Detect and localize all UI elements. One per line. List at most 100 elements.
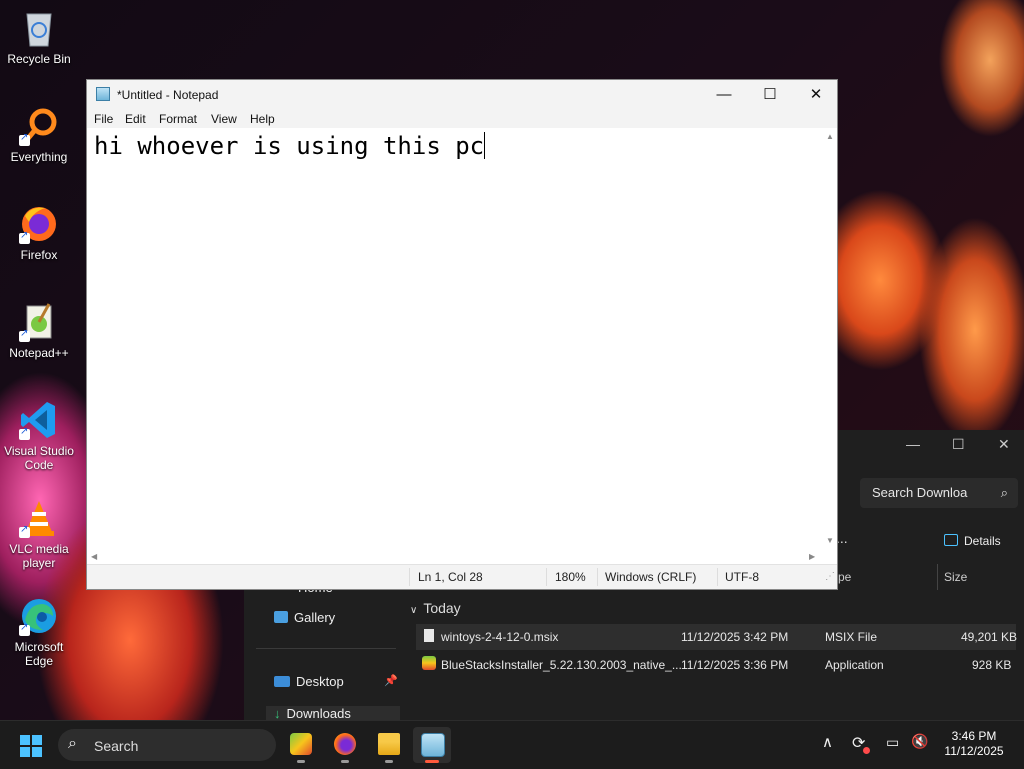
file-name: BlueStacksInstaller_5.22.130.2003_native…	[441, 658, 682, 672]
sidebar-item-gallery[interactable]: Gallery	[274, 610, 335, 625]
text-editor[interactable]: hi whoever is using this pc	[87, 128, 837, 566]
desktop-icon-firefox[interactable]: Firefox	[0, 204, 78, 262]
taskbar-app-firefox[interactable]	[326, 727, 364, 763]
desktop-icon-vscode[interactable]: Visual Studio Code	[0, 400, 78, 472]
explorer-close-button[interactable]: ✕	[998, 436, 1010, 453]
desktop-icon-label: VLC media player	[9, 542, 69, 570]
column-header-type[interactable]: pe	[838, 570, 851, 584]
resize-grip-icon[interactable]: ⋰	[825, 571, 835, 582]
minimize-button[interactable]: —	[701, 80, 747, 110]
group-header-today[interactable]: ∨ Today	[410, 600, 461, 616]
notepad-window[interactable]: *Untitled - Notepad — ☐ ✕ File Edit Form…	[86, 79, 838, 590]
close-button[interactable]: ✕	[793, 80, 839, 110]
file-row[interactable]: wintoys-2-4-12-0.msix 11/12/2025 3:42 PM…	[416, 624, 1018, 650]
edge-icon	[19, 596, 59, 636]
scroll-right-icon[interactable]: ▶	[809, 552, 815, 561]
firefox-icon	[19, 204, 59, 244]
sidebar-item-label: Gallery	[294, 610, 336, 625]
sidebar-item-label: Desktop	[296, 674, 344, 689]
scroll-left-icon[interactable]: ◀	[91, 552, 97, 561]
start-button[interactable]	[20, 735, 42, 757]
status-divider	[409, 568, 410, 586]
desktop-icon-vlc[interactable]: VLC media player	[0, 498, 78, 570]
scroll-down-icon[interactable]: ▼	[826, 536, 834, 545]
desktop-icon-recycle-bin[interactable]: Recycle Bin	[0, 8, 78, 66]
volume-muted-icon[interactable]: 🔇	[911, 733, 928, 750]
desktop-icon-everything[interactable]: Everything	[0, 106, 78, 164]
file-type: MSIX File	[825, 630, 878, 644]
file-name: wintoys-2-4-12-0.msix	[441, 630, 559, 644]
maximize-button[interactable]: ☐	[747, 80, 793, 110]
desktop-icon-label: Firefox	[20, 248, 58, 262]
file-row[interactable]: BlueStacksInstaller_5.22.130.2003_native…	[416, 652, 1016, 678]
editor-content: hi whoever is using this pc	[94, 132, 485, 160]
windows-logo-icon	[32, 735, 42, 745]
taskbar: ⌕ Search ∧ ⟳ ▭ 🔇 3:46 PM 11/12/2025	[0, 720, 1024, 769]
shortcut-arrow-icon	[19, 622, 30, 636]
desktop-icon-label: Visual Studio Code	[4, 444, 74, 472]
taskbar-search-label: Search	[94, 738, 139, 754]
file-type: Application	[825, 658, 884, 672]
shortcut-arrow-icon	[19, 132, 30, 146]
scroll-up-icon[interactable]: ▲	[826, 132, 834, 141]
bluestacks-icon	[422, 656, 436, 670]
network-icon[interactable]: ▭	[886, 734, 899, 751]
taskbar-app-bluestacks[interactable]	[282, 727, 320, 763]
horizontal-scrollbar[interactable]: ◀ ▶	[87, 550, 823, 564]
details-button[interactable]: Details	[944, 534, 1001, 548]
file-size: 928 KB	[972, 658, 1012, 672]
gallery-icon	[274, 611, 288, 623]
windows-logo-icon	[20, 735, 30, 745]
firefox-icon	[334, 733, 356, 755]
running-indicator	[385, 760, 393, 763]
running-indicator	[341, 760, 349, 763]
explorer-minimize-button[interactable]: —	[906, 436, 920, 452]
search-icon: ⌕	[1000, 485, 1008, 500]
shortcut-arrow-icon	[19, 230, 30, 244]
taskbar-search-box[interactable]: ⌕ Search	[58, 729, 276, 761]
menu-view[interactable]: View	[211, 112, 237, 126]
file-size: 49,201 KB	[961, 630, 1018, 644]
column-divider	[937, 564, 938, 590]
menu-help[interactable]: Help	[250, 112, 275, 126]
explorer-search-input[interactable]: Search Downloa ⌕	[860, 478, 1018, 508]
sidebar-divider	[256, 648, 396, 649]
shortcut-arrow-icon	[19, 426, 30, 440]
menu-file[interactable]: File	[94, 112, 113, 126]
column-header-size[interactable]: Size	[944, 570, 967, 584]
notification-dot-icon	[863, 747, 870, 754]
shortcut-arrow-icon	[19, 524, 30, 538]
file-icon	[424, 629, 434, 642]
menu-bar: File Edit Format View Help	[87, 110, 837, 128]
vertical-scrollbar[interactable]: ▲ ▼	[823, 128, 837, 566]
status-line-ending: Windows (CRLF)	[605, 570, 697, 584]
shortcut-arrow-icon	[19, 328, 30, 342]
desktop-icon-label: Everything	[10, 150, 68, 164]
taskbar-app-notepad[interactable]	[413, 727, 451, 763]
file-date: 11/12/2025 3:42 PM	[681, 630, 789, 644]
file-explorer-icon	[378, 733, 400, 755]
title-bar[interactable]: *Untitled - Notepad — ☐ ✕	[87, 80, 837, 110]
desktop-icon-label: Microsoft Edge	[14, 640, 64, 668]
window-title: *Untitled - Notepad	[117, 88, 219, 102]
search-placeholder: Search Downloa	[872, 485, 968, 500]
vlc-icon	[19, 498, 59, 538]
menu-edit[interactable]: Edit	[125, 112, 146, 126]
desktop-icon-edge[interactable]: Microsoft Edge	[0, 596, 78, 668]
system-clock[interactable]: 3:46 PM 11/12/2025	[934, 729, 1014, 759]
desktop-icon-notepadpp[interactable]: Notepad++	[0, 302, 78, 360]
status-zoom: 180%	[555, 570, 586, 584]
notepadpp-icon	[19, 302, 59, 342]
notepad-icon	[96, 87, 110, 101]
bluestacks-icon	[290, 733, 312, 755]
sidebar-item-desktop[interactable]: Desktop 📌	[274, 674, 398, 689]
running-indicator	[297, 760, 305, 763]
menu-format[interactable]: Format	[159, 112, 197, 126]
taskbar-app-file-explorer[interactable]	[370, 727, 408, 763]
desktop-icon-label: Notepad++	[9, 346, 69, 360]
pin-icon[interactable]: 📌	[384, 674, 398, 687]
explorer-maximize-button[interactable]: ☐	[952, 436, 965, 453]
show-hidden-icons-chevron-icon[interactable]: ∧	[822, 733, 833, 751]
file-date: 11/12/2025 3:36 PM	[681, 658, 789, 672]
status-divider	[546, 568, 547, 586]
